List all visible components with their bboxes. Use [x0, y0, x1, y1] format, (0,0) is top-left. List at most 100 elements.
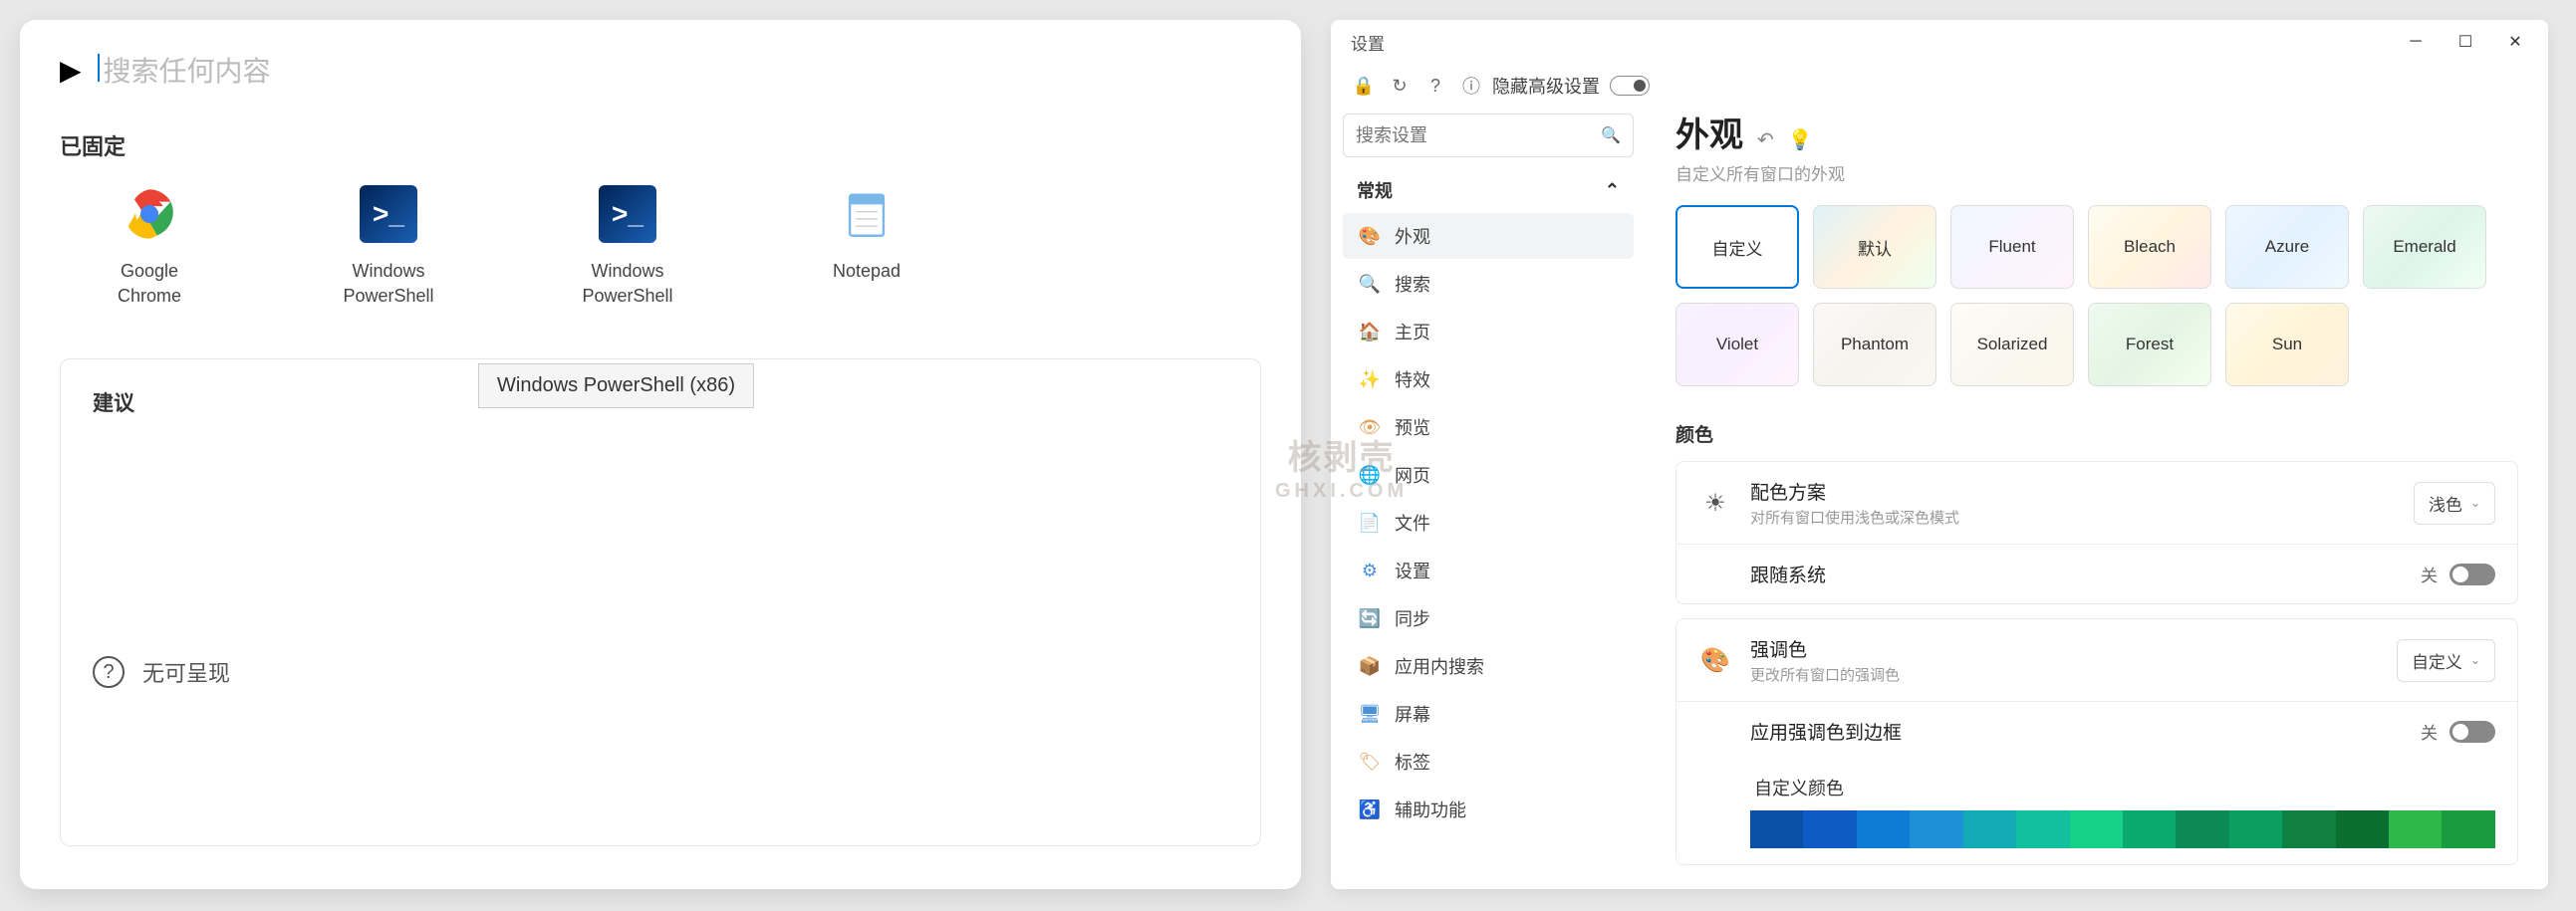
follow-system-label: 跟随系统 — [1750, 561, 2403, 587]
sidebar-item-screen[interactable]: 🖥屏幕 — [1343, 691, 1634, 737]
hide-advanced-toggle[interactable]: ⓘ 隐藏高级设置 — [1460, 73, 1650, 99]
globe-icon: 🌐 — [1359, 464, 1381, 486]
toolbar: 🔒 ↻ ? ⓘ 隐藏高级设置 — [1331, 64, 2548, 108]
sidebar-item-globe[interactable]: 🌐网页 — [1343, 452, 1634, 498]
follow-system-switch[interactable] — [2449, 564, 2495, 585]
theme-card-azure[interactable]: Azure — [2225, 205, 2349, 289]
theme-label: 默认 — [1858, 235, 1892, 260]
chrome-icon — [121, 185, 178, 243]
color-swatch[interactable] — [1963, 810, 2016, 848]
titlebar: 设置 ─ ☐ ✕ — [1331, 20, 2548, 64]
theme-card-bleach[interactable]: Bleach — [2088, 205, 2211, 289]
sidebar-item-label: 应用内搜索 — [1395, 653, 1484, 679]
search-icon: 🔍 — [1359, 273, 1381, 295]
theme-card-自定义[interactable]: 自定义 — [1675, 205, 1799, 289]
accent-border-switch[interactable] — [2449, 721, 2495, 743]
powershell-icon: >_ — [599, 185, 656, 243]
color-scheme-select[interactable]: 浅色 ⌄ — [2414, 482, 2495, 525]
color-swatch[interactable] — [2389, 810, 2442, 848]
notepad-icon — [838, 185, 896, 243]
color-swatch[interactable] — [1910, 810, 1962, 848]
sidebar-item-home[interactable]: 🏠主页 — [1343, 309, 1634, 354]
sidebar-item-settings[interactable]: ⚙设置 — [1343, 548, 1634, 593]
color-scheme-desc: 对所有窗口使用浅色或深色模式 — [1750, 507, 2396, 528]
pinned-app-notepad[interactable]: Notepad — [797, 185, 936, 309]
pinned-label: Windows PowerShell — [582, 259, 672, 309]
lock-icon[interactable]: 🔒 — [1353, 75, 1375, 97]
accent-label: 强调色 — [1750, 635, 2379, 662]
color-swatch[interactable] — [2442, 810, 2494, 848]
sidebar-item-palette[interactable]: 🎨外观 — [1343, 213, 1634, 259]
window-title: 设置 — [1339, 30, 1385, 55]
tag-icon: 🏷 — [1359, 751, 1381, 773]
settings-search-input[interactable] — [1356, 125, 1601, 146]
sidebar-item-sparkle[interactable]: ✨特效 — [1343, 356, 1634, 402]
toggle-pill[interactable] — [1610, 76, 1650, 96]
color-swatch[interactable] — [1803, 810, 1856, 848]
accent-border-label: 应用强调色到边框 — [1750, 718, 2403, 745]
color-swatch[interactable] — [2016, 810, 2069, 848]
settings-search[interactable]: 🔍 — [1343, 114, 1634, 157]
sidebar-item-sync[interactable]: 🔄 同步 — [1343, 595, 1634, 641]
question-icon: ? — [93, 656, 125, 688]
settings-sidebar: 🔍 常规 ⌃ 🎨外观🔍搜索🏠主页✨特效👁预览🌐网页📄文件⚙设置 🔄 同步 📦应用内搜索… — [1331, 108, 1646, 889]
theme-card-phantom[interactable]: Phantom — [1813, 303, 1936, 386]
theme-label: 自定义 — [1712, 235, 1763, 260]
sparkle-icon: ✨ — [1359, 368, 1381, 390]
nav-section-general[interactable]: 常规 ⌃ — [1343, 167, 1634, 213]
color-swatch[interactable] — [2282, 810, 2335, 848]
search-row: ▶ 搜索任何内容 — [60, 50, 1261, 90]
sidebar-item-eye[interactable]: 👁预览 — [1343, 404, 1634, 450]
color-swatch[interactable] — [2336, 810, 2389, 848]
lightbulb-icon[interactable]: 💡 — [1788, 127, 1813, 152]
theme-label: Solarized — [1977, 335, 2048, 354]
sidebar-item-accessibility[interactable]: ♿辅助功能 — [1343, 787, 1634, 832]
search-input[interactable]: 搜索任何内容 — [98, 50, 1261, 90]
theme-card-默认[interactable]: 默认 — [1813, 205, 1936, 289]
color-swatch[interactable] — [1750, 810, 1803, 848]
accent-desc: 更改所有窗口的强调色 — [1750, 664, 2379, 685]
chevron-down-icon: ⌄ — [2470, 653, 2480, 667]
color-swatch[interactable] — [2070, 810, 2123, 848]
theme-card-fluent[interactable]: Fluent — [1950, 205, 2074, 289]
search-placeholder: 搜索任何内容 — [98, 50, 1261, 90]
theme-card-forest[interactable]: Forest — [2088, 303, 2211, 386]
sync-icon: 🔄 — [1359, 607, 1381, 629]
settings-window: 设置 ─ ☐ ✕ 🔒 ↻ ? ⓘ 隐藏高级设置 🔍 常规 ⌃ 🎨外观🔍搜索🏠主页… — [1331, 20, 2548, 889]
color-swatch[interactable] — [2123, 810, 2176, 848]
minimize-button[interactable]: ─ — [2391, 20, 2441, 64]
theme-label: Bleach — [2124, 237, 2176, 257]
sidebar-item-file[interactable]: 📄文件 — [1343, 500, 1634, 546]
palette-icon: 🎨 — [1359, 225, 1381, 247]
palette-icon: 🎨 — [1698, 643, 1732, 677]
pinned-label: Windows PowerShell — [343, 259, 433, 309]
theme-label: Azure — [2265, 237, 2309, 257]
theme-card-violet[interactable]: Violet — [1675, 303, 1799, 386]
maximize-button[interactable]: ☐ — [2441, 20, 2490, 64]
info-icon: ⓘ — [1460, 75, 1482, 97]
accent-color-card: 🎨 强调色 更改所有窗口的强调色 自定义 ⌄ 应用强调色到边框 — [1675, 618, 2518, 865]
search-icon: 🔍 — [1601, 125, 1621, 145]
settings-icon: ⚙ — [1359, 560, 1381, 581]
sidebar-item-app-search[interactable]: 📦应用内搜索 — [1343, 643, 1634, 689]
help-icon[interactable]: ? — [1424, 75, 1446, 97]
sidebar-item-tag[interactable]: 🏷标签 — [1343, 739, 1634, 785]
sidebar-item-search[interactable]: 🔍搜索 — [1343, 261, 1634, 307]
pinned-app-powershell-x86[interactable]: >_ Windows PowerShell — [558, 185, 697, 309]
color-swatch[interactable] — [1857, 810, 1910, 848]
undo-icon[interactable]: ↶ — [1757, 127, 1774, 152]
close-button[interactable]: ✕ — [2490, 20, 2540, 64]
settings-content: 外观 ↶ 💡 自定义所有窗口的外观 自定义默认FluentBleachAzure… — [1646, 108, 2548, 889]
page-title: 外观 — [1675, 108, 1743, 156]
theme-card-solarized[interactable]: Solarized — [1950, 303, 2074, 386]
theme-card-emerald[interactable]: Emerald — [2363, 205, 2486, 289]
color-swatch[interactable] — [2176, 810, 2228, 848]
theme-card-sun[interactable]: Sun — [2225, 303, 2349, 386]
pinned-apps-grid: Google Chrome >_ Windows PowerShell >_ W… — [60, 185, 1261, 309]
sidebar-item-label: 同步 — [1395, 605, 1430, 631]
color-swatch[interactable] — [2229, 810, 2282, 848]
accent-select[interactable]: 自定义 ⌄ — [2397, 639, 2495, 682]
pinned-app-chrome[interactable]: Google Chrome — [80, 185, 219, 309]
refresh-icon[interactable]: ↻ — [1389, 75, 1411, 97]
pinned-app-powershell[interactable]: >_ Windows PowerShell — [319, 185, 458, 309]
